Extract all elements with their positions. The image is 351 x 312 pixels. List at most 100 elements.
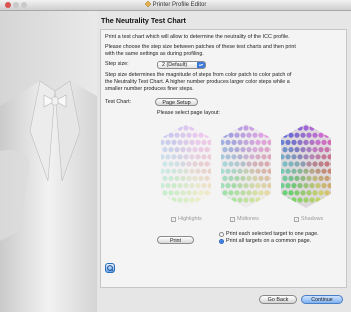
color-patch: [195, 125, 201, 131]
color-patch: [300, 132, 306, 138]
color-patch: [327, 154, 331, 160]
neutrality-test-charts: [159, 124, 335, 208]
midtones-label: Midtones: [237, 216, 259, 222]
color-patch: [201, 183, 207, 189]
color-patch: [297, 168, 303, 174]
color-patch: [195, 139, 201, 145]
color-patch: [231, 197, 237, 203]
color-patch: [327, 168, 331, 174]
color-patch: [324, 190, 330, 196]
color-patch: [204, 175, 210, 181]
highlights-checkbox[interactable]: ✓: [171, 217, 176, 222]
shadows-checkbox[interactable]: ✓: [294, 217, 299, 222]
color-patch: [221, 183, 225, 189]
color-patch: [306, 132, 312, 138]
midtones-chart[interactable]: [219, 124, 275, 208]
sidebar-illustration: [0, 11, 97, 312]
color-patch: [161, 197, 165, 203]
color-patch: [300, 161, 306, 167]
shadows-chart[interactable]: [279, 124, 335, 208]
color-patch: [294, 147, 300, 153]
color-patch: [252, 175, 258, 181]
color-patch: [330, 161, 331, 167]
window: Printer Profile Editor The Neutrality Te…: [0, 0, 351, 312]
color-patch: [228, 161, 234, 167]
print-common-radio[interactable]: [219, 239, 224, 244]
color-patch: [165, 183, 171, 189]
color-patch: [291, 183, 297, 189]
print-each-radio[interactable]: [219, 232, 224, 237]
color-patch: [267, 139, 271, 145]
color-patch: [195, 168, 201, 174]
color-patch: [180, 190, 186, 196]
color-patch: [162, 147, 168, 153]
step-size-select[interactable]: 2 (Default) ▴▾: [157, 61, 206, 69]
color-patch: [168, 175, 174, 181]
color-patch: [177, 183, 183, 189]
color-patch: [303, 197, 309, 203]
color-patch: [204, 147, 210, 153]
color-patch: [281, 168, 285, 174]
color-patch: [306, 161, 312, 167]
color-patch: [180, 175, 186, 181]
color-patch: [261, 197, 267, 203]
color-patch: [288, 175, 294, 181]
color-patch: [228, 175, 234, 181]
color-patch: [282, 190, 288, 196]
page-setup-button[interactable]: Page Setup: [155, 98, 198, 106]
color-patch: [309, 197, 315, 203]
color-patch: [309, 125, 315, 131]
color-patch: [327, 183, 331, 189]
color-patch: [264, 161, 270, 167]
color-patch: [258, 190, 264, 196]
color-patch: [246, 132, 252, 138]
color-patch: [183, 154, 189, 160]
color-patch: [231, 139, 237, 145]
shadows-label: Shadows: [301, 216, 324, 222]
color-patch: [161, 154, 165, 160]
color-patch: [177, 168, 183, 174]
color-patch: [228, 190, 234, 196]
color-patch: [180, 132, 186, 138]
print-button[interactable]: Print: [157, 236, 194, 244]
color-patch: [324, 161, 330, 167]
color-patch: [186, 132, 192, 138]
color-patch: [303, 183, 309, 189]
color-patch: [225, 125, 231, 131]
color-patch: [161, 168, 165, 174]
color-patch: [261, 125, 267, 131]
color-patch: [300, 147, 306, 153]
continue-button[interactable]: Continue: [301, 295, 343, 304]
color-patch: [252, 132, 258, 138]
color-patch: [207, 183, 211, 189]
color-patch: [225, 139, 231, 145]
color-patch: [189, 197, 195, 203]
color-patch: [201, 168, 207, 174]
window-title-area: Printer Profile Editor: [0, 1, 351, 8]
color-patch: [264, 147, 270, 153]
color-patch: [312, 175, 318, 181]
color-patch: [165, 125, 171, 131]
help-icon[interactable]: [105, 263, 115, 273]
color-patch: [264, 132, 270, 138]
highlights-chart[interactable]: [159, 124, 215, 208]
title-bar[interactable]: Printer Profile Editor: [0, 0, 351, 11]
color-patch: [255, 197, 261, 203]
color-patch: [240, 132, 246, 138]
color-patch: [234, 147, 240, 153]
go-back-button[interactable]: Go Back: [259, 295, 297, 304]
color-patch: [291, 168, 297, 174]
color-patch: [171, 168, 177, 174]
color-patch: [285, 139, 291, 145]
color-patch: [195, 197, 201, 203]
color-patch: [315, 125, 321, 131]
color-patch: [221, 139, 225, 145]
color-patch: [192, 147, 198, 153]
color-patch: [222, 161, 228, 167]
midtones-checkbox[interactable]: ✓: [230, 217, 235, 222]
step-size-label: Step size:: [105, 61, 129, 67]
color-patch: [237, 139, 243, 145]
color-patch: [210, 132, 211, 138]
tuxedo-illustration: [0, 80, 97, 312]
color-patch: [234, 132, 240, 138]
